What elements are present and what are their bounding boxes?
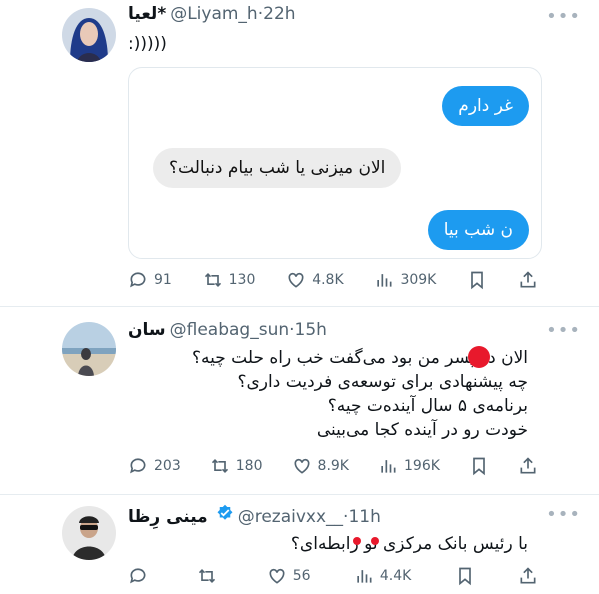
action-bar: 56 4.4K bbox=[128, 566, 538, 586]
views-button[interactable]: 4.4K bbox=[354, 566, 411, 586]
attached-image[interactable]: غر دارم الان میزنی یا شب بیام دنبالت؟ ن … bbox=[128, 67, 542, 259]
verified-badge-icon bbox=[217, 504, 233, 520]
bookmark-icon bbox=[471, 271, 484, 290]
view-count: 309K bbox=[400, 272, 437, 288]
like-button[interactable]: 8.9K bbox=[292, 456, 349, 476]
retweet-button[interactable] bbox=[197, 566, 223, 586]
bookmark-button[interactable] bbox=[455, 566, 475, 586]
view-count: 4.4K bbox=[379, 568, 412, 584]
timestamp[interactable]: 15h bbox=[295, 320, 327, 340]
bookmark-button[interactable] bbox=[467, 270, 487, 290]
like-button[interactable]: 4.8K bbox=[286, 270, 344, 290]
redaction-mark bbox=[353, 537, 361, 545]
reply-button[interactable] bbox=[128, 566, 154, 586]
retweet-icon bbox=[199, 568, 216, 584]
like-count: 56 bbox=[292, 568, 311, 584]
display-name[interactable]: مینی رِظا bbox=[128, 507, 208, 527]
action-bar: 203 180 8.9K 196K bbox=[128, 456, 538, 476]
tweet-header: مینی رِظا @rezaivxx__ · 11h bbox=[128, 504, 381, 527]
chat-bubble: غر دارم bbox=[442, 86, 529, 126]
reply-icon bbox=[130, 568, 146, 584]
tweet-rezaivxx[interactable]: مینی رِظا @rezaivxx__ · 11h ••• با رئیس … bbox=[0, 494, 599, 594]
views-icon bbox=[357, 570, 372, 583]
bookmark-icon bbox=[473, 457, 485, 476]
like-count: 8.9K bbox=[317, 458, 349, 474]
like-count: 4.8K bbox=[312, 272, 344, 288]
redaction-mark bbox=[371, 537, 379, 545]
tweet-line: برنامه‌ی ۵ سال آینده‌ت چیه؟ bbox=[327, 396, 528, 416]
tweet-text: با رئیس بانک مرکزی تو رابطه‌ای؟ bbox=[290, 534, 528, 554]
more-icon[interactable]: ••• bbox=[546, 504, 581, 525]
share-icon bbox=[520, 271, 536, 288]
share-button[interactable] bbox=[518, 270, 538, 290]
display-name[interactable]: سان bbox=[128, 320, 166, 340]
bookmark-button[interactable] bbox=[469, 456, 489, 476]
retweet-icon bbox=[211, 458, 228, 474]
views-icon bbox=[377, 274, 392, 287]
share-icon bbox=[520, 457, 536, 474]
views-button[interactable]: 196K bbox=[378, 456, 440, 476]
more-icon[interactable]: ••• bbox=[546, 6, 581, 27]
share-icon bbox=[520, 567, 536, 584]
retweet-button[interactable]: 180 bbox=[210, 456, 263, 476]
reply-count: 203 bbox=[154, 458, 181, 474]
timestamp[interactable]: 11h bbox=[348, 507, 380, 527]
redaction-mark bbox=[468, 346, 490, 368]
reply-icon bbox=[130, 272, 146, 288]
heart-icon bbox=[269, 568, 285, 584]
views-icon bbox=[381, 460, 396, 473]
retweet-icon bbox=[204, 272, 221, 288]
share-button[interactable] bbox=[518, 456, 538, 476]
retweet-count: 130 bbox=[228, 272, 256, 288]
share-button[interactable] bbox=[518, 566, 538, 586]
tweet-line: چه پیشنهادی برای توسعه‌ی فردیت داری؟ bbox=[237, 372, 528, 392]
display-name[interactable]: لعیا* bbox=[128, 4, 166, 24]
heart-icon bbox=[294, 458, 310, 474]
retweet-button[interactable]: 130 bbox=[203, 270, 256, 290]
tweet-text: :))))) bbox=[128, 34, 167, 54]
handle[interactable]: @fleabag_sun bbox=[170, 320, 290, 340]
bookmark-icon bbox=[458, 567, 471, 586]
reply-icon bbox=[130, 458, 146, 474]
retweet-count: 180 bbox=[235, 458, 263, 474]
like-button[interactable]: 56 bbox=[267, 566, 311, 586]
handle[interactable]: @rezaivxx__ bbox=[238, 507, 343, 527]
heart-icon bbox=[288, 272, 304, 288]
tweet-header: لعیا* @Liyam_h · 22h bbox=[128, 4, 296, 24]
view-count: 196K bbox=[404, 458, 440, 474]
tweet-line: خودت رو در آینده کجا می‌بینی bbox=[316, 420, 528, 440]
more-icon[interactable]: ••• bbox=[546, 320, 581, 341]
reply-button[interactable]: 203 bbox=[128, 456, 181, 476]
handle[interactable]: @Liyam_h bbox=[170, 4, 258, 24]
chat-bubble: ن شب بیا bbox=[427, 210, 529, 250]
tweet-liyam[interactable]: لعیا* @Liyam_h · 22h ••• :))))) غر دارم … bbox=[0, 0, 599, 300]
timestamp[interactable]: 22h bbox=[263, 4, 295, 24]
tweet-fleabag-sun[interactable]: سان @fleabag_sun · 15h ••• الان دو پسر م… bbox=[0, 306, 599, 496]
avatar[interactable] bbox=[62, 322, 116, 376]
tweet-header: سان @fleabag_sun · 15h bbox=[128, 320, 327, 340]
avatar[interactable] bbox=[62, 8, 116, 62]
action-bar: 91 130 4.8K 309K bbox=[128, 270, 538, 290]
avatar[interactable] bbox=[62, 506, 116, 560]
reply-count: 91 bbox=[154, 272, 172, 288]
chat-bubble: الان میزنی یا شب بیام دنبالت؟ bbox=[153, 148, 402, 188]
views-button[interactable]: 309K bbox=[374, 270, 436, 290]
reply-button[interactable]: 91 bbox=[128, 270, 172, 290]
